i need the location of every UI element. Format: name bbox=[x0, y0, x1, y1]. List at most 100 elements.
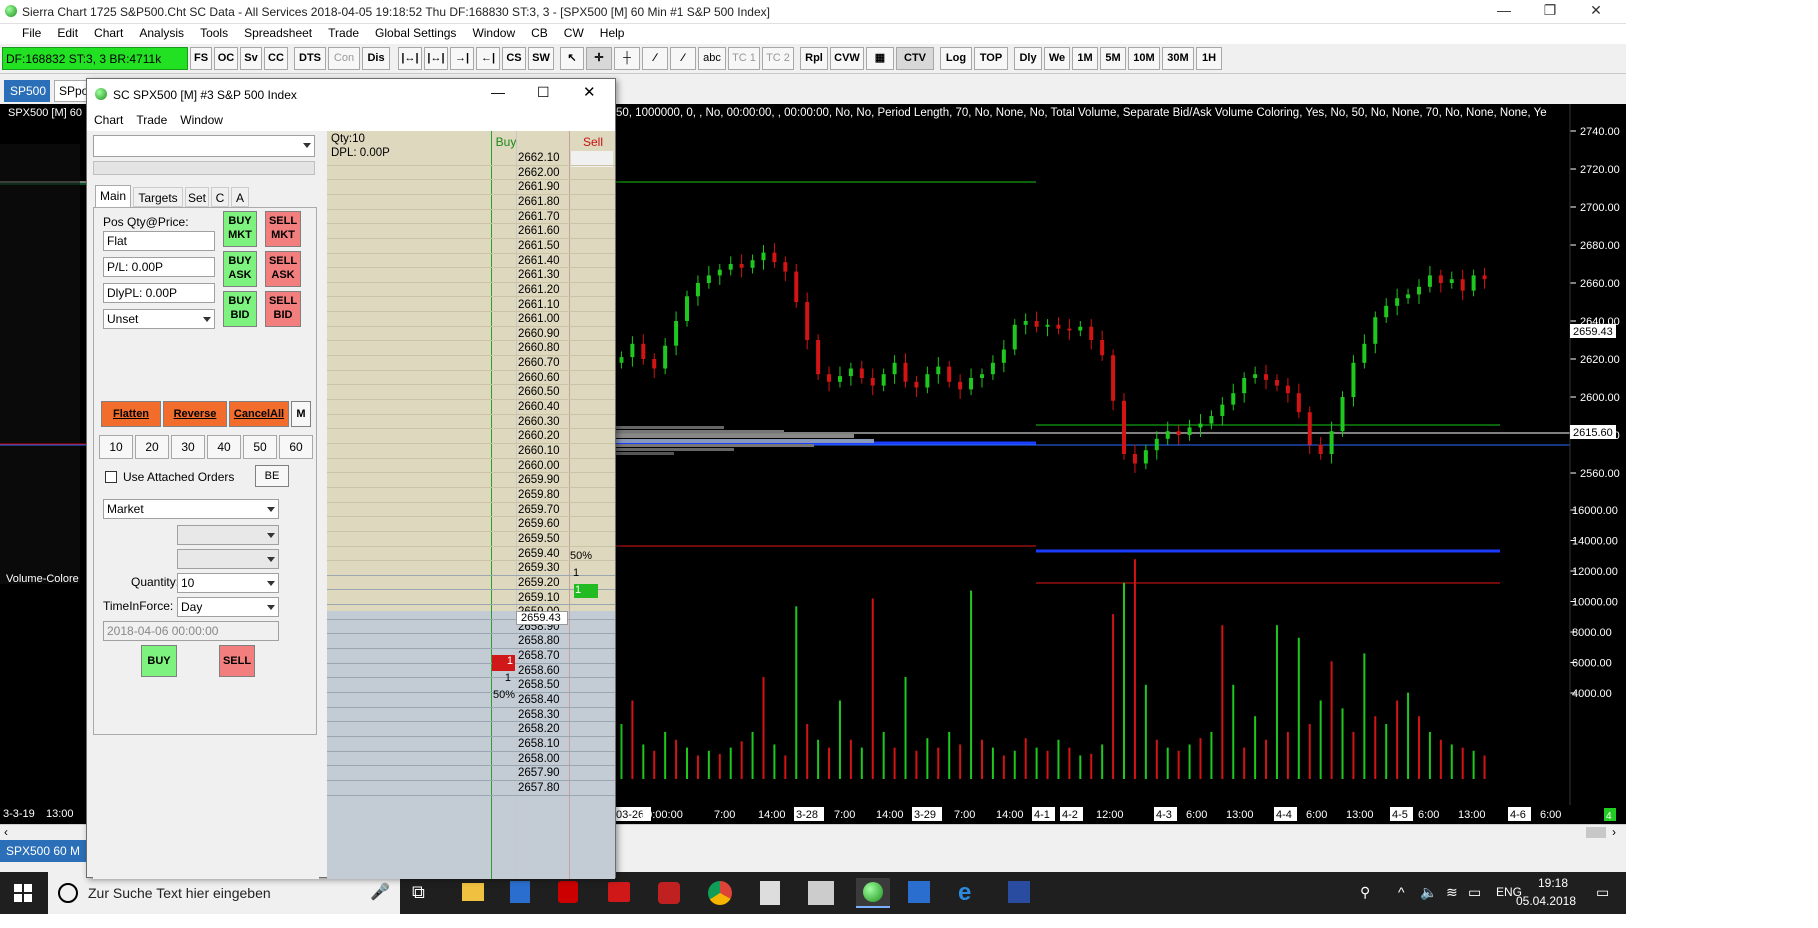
oc-button[interactable]: OC bbox=[214, 47, 238, 70]
dly-button[interactable]: Dly bbox=[1014, 47, 1042, 70]
ladder-row[interactable]: 2660.30 bbox=[327, 415, 615, 430]
fs-button[interactable]: FS bbox=[190, 47, 212, 70]
sell-ask-button[interactable]: SELL ASK bbox=[265, 251, 301, 287]
bottom-chart-tab[interactable]: SPX500 60 M bbox=[0, 840, 100, 862]
good-till-date-field[interactable]: 2018-04-06 00:00:00 bbox=[103, 621, 279, 641]
ray-tool-icon[interactable]: ⁄ bbox=[670, 47, 696, 70]
tab-c[interactable]: C bbox=[211, 187, 229, 207]
ladder-row[interactable]: 2662.00 bbox=[327, 166, 615, 181]
ladder-row[interactable]: 2660.00 bbox=[327, 459, 615, 474]
ladder-row[interactable]: 2658.90 bbox=[327, 620, 615, 635]
tray-chevron-icon[interactable]: ^ bbox=[1398, 884, 1405, 900]
ladder-row[interactable]: 2658.20 bbox=[327, 722, 615, 737]
unset-dropdown[interactable]: Unset bbox=[103, 309, 215, 329]
10m-button[interactable]: 10M bbox=[1128, 47, 1160, 70]
ladder-row[interactable]: 2661.30 bbox=[327, 268, 615, 283]
ladder-row[interactable]: 2661.20 bbox=[327, 283, 615, 298]
task-view-icon[interactable]: ⧉ bbox=[412, 882, 425, 903]
attached-orders-checkbox[interactable] bbox=[105, 471, 117, 483]
be-button[interactable]: BE bbox=[255, 465, 289, 487]
ladder-row[interactable]: 2661.00 bbox=[327, 312, 615, 327]
top-button[interactable]: TOP bbox=[974, 47, 1008, 70]
menu-item-analysis[interactable]: Analysis bbox=[131, 24, 192, 40]
ladder-row[interactable]: 2660.40 bbox=[327, 400, 615, 415]
m-button[interactable]: M bbox=[291, 401, 311, 427]
edge-icon[interactable]: e bbox=[958, 879, 971, 907]
dom-menu-window[interactable]: Window bbox=[173, 109, 229, 127]
bar-spacing-icon[interactable]: |↔| bbox=[398, 47, 422, 70]
tc1-button[interactable]: TC 1 bbox=[728, 47, 760, 70]
ladder-row[interactable]: 2661.90 bbox=[327, 180, 615, 195]
cc-button[interactable]: CC bbox=[264, 47, 288, 70]
ladder-row[interactable]: 2660.20 bbox=[327, 429, 615, 444]
ladder-row[interactable]: 2660.90 bbox=[327, 327, 615, 342]
reverse-button[interactable]: Reverse bbox=[163, 401, 227, 427]
sell-order-marker[interactable]: 1 bbox=[574, 584, 598, 598]
ladder-row[interactable]: 2660.80 bbox=[327, 341, 615, 357]
ladder-row[interactable]: 2661.60 bbox=[327, 224, 615, 239]
sell-button[interactable]: SELL bbox=[219, 645, 255, 677]
menu-item-tools[interactable]: Tools bbox=[192, 24, 236, 40]
30m-button[interactable]: 30M bbox=[1162, 47, 1194, 70]
ladder-row[interactable]: 2658.60 bbox=[327, 664, 615, 679]
menu-item-trade[interactable]: Trade bbox=[320, 24, 367, 40]
rpl-button[interactable]: Rpl bbox=[800, 47, 828, 70]
tif-dropdown[interactable]: Day bbox=[177, 597, 279, 617]
ladder-row[interactable]: 2658.30 bbox=[327, 708, 615, 723]
crosshair-icon[interactable]: ✛ bbox=[586, 47, 612, 70]
menu-item-cb[interactable]: CB bbox=[523, 24, 556, 40]
symbol-dropdown[interactable] bbox=[93, 135, 315, 157]
cs-button[interactable]: CS bbox=[502, 47, 526, 70]
microphone-icon[interactable]: 🎤 bbox=[370, 882, 390, 902]
we-button[interactable]: We bbox=[1044, 47, 1070, 70]
ladder-row[interactable]: 2657.80 bbox=[327, 781, 615, 796]
order-type-dropdown[interactable]: Market bbox=[103, 499, 279, 519]
buy-button[interactable]: BUY bbox=[141, 645, 177, 677]
buy-market-button[interactable]: BUY MKT bbox=[223, 211, 257, 247]
cancel-all-button[interactable]: CancelAll bbox=[229, 401, 289, 427]
sw-button[interactable]: SW bbox=[528, 47, 554, 70]
menu-item-edit[interactable]: Edit bbox=[49, 24, 86, 40]
zoom-in-icon[interactable]: →|← bbox=[450, 47, 474, 85]
windows-start-icon[interactable] bbox=[14, 884, 32, 902]
dom-minimize-button[interactable]: — bbox=[491, 84, 505, 100]
qty-30-button[interactable]: 30 bbox=[171, 435, 205, 459]
minimize-button[interactable]: — bbox=[1484, 2, 1524, 22]
network-app-icon[interactable] bbox=[808, 881, 834, 905]
scale-icon[interactable]: |↔| bbox=[424, 47, 448, 70]
ladder-row[interactable]: 2658.40 bbox=[327, 693, 615, 708]
ladder-row[interactable]: 2657.90 bbox=[327, 766, 615, 781]
ladder-row[interactable]: 2661.10 bbox=[327, 298, 615, 313]
menu-item-file[interactable]: File bbox=[0, 24, 49, 40]
ladder-row[interactable]: 2659.00 bbox=[327, 605, 615, 620]
ladder-row[interactable]: 2658.10 bbox=[327, 737, 615, 752]
log-button[interactable]: Log bbox=[940, 47, 972, 70]
menu-item-chart[interactable]: Chart bbox=[86, 24, 131, 40]
1h-button[interactable]: 1H bbox=[1196, 47, 1222, 70]
battery-icon[interactable]: ▭ bbox=[1468, 884, 1481, 901]
tc2-button[interactable]: TC 2 bbox=[762, 47, 794, 70]
reader-icon[interactable] bbox=[608, 882, 630, 902]
wifi-icon[interactable]: ≋ bbox=[1446, 884, 1458, 901]
cross-icon[interactable]: ┼ bbox=[614, 47, 640, 70]
qty-60-button[interactable]: 60 bbox=[279, 435, 313, 459]
qty-10-button[interactable]: 10 bbox=[99, 435, 133, 459]
dts-button[interactable]: DTS bbox=[294, 47, 326, 70]
ladder-row[interactable]: 2661.70 bbox=[327, 210, 615, 225]
sv-button[interactable]: Sv bbox=[240, 47, 262, 70]
tab-sp500[interactable]: SP500 bbox=[4, 80, 50, 102]
dis-button[interactable]: Dis bbox=[362, 47, 390, 70]
line-tool-icon[interactable]: ∕ bbox=[642, 47, 668, 70]
tab-a[interactable]: A bbox=[231, 187, 249, 207]
scroll-left-icon[interactable]: ‹ bbox=[4, 825, 8, 839]
file-explorer-icon[interactable] bbox=[462, 883, 484, 901]
mcafee-icon[interactable] bbox=[558, 881, 578, 903]
ladder-row[interactable]: 2660.70 bbox=[327, 356, 615, 371]
tab-targets[interactable]: Targets bbox=[133, 187, 183, 207]
dom-close-button[interactable]: ✕ bbox=[583, 83, 596, 101]
dom-menu-trade[interactable]: Trade bbox=[129, 109, 173, 127]
price-1-dropdown[interactable] bbox=[177, 525, 279, 545]
clock-time[interactable]: 19:18 bbox=[1518, 876, 1588, 890]
dom-maximize-button[interactable]: ☐ bbox=[537, 84, 550, 101]
ladder-row[interactable]: 2659.10 bbox=[327, 591, 615, 606]
